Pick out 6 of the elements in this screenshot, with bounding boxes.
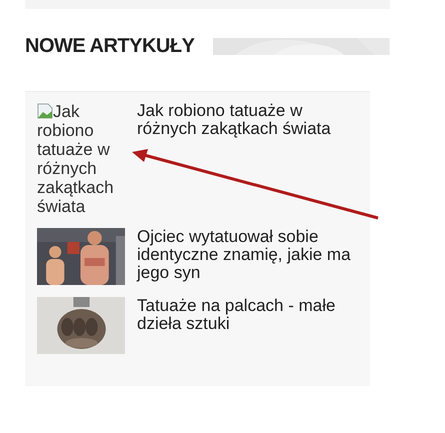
- article-link[interactable]: Tatuaże na palcach - małe dzieła sztuki: [137, 297, 362, 333]
- article-link[interactable]: Ojciec wytatuował sobie identyczne znamię, jakie ma jego syn: [137, 228, 362, 282]
- broken-image-icon: [37, 103, 53, 119]
- section-title: NOWE ARTYKUŁY: [25, 35, 194, 58]
- article-link[interactable]: Jak robiono tatuaże w różnych zakątkach świata: [137, 102, 362, 138]
- image-alt-text: Jak robiono tatuaże w różnych zakątkach świata: [37, 102, 115, 216]
